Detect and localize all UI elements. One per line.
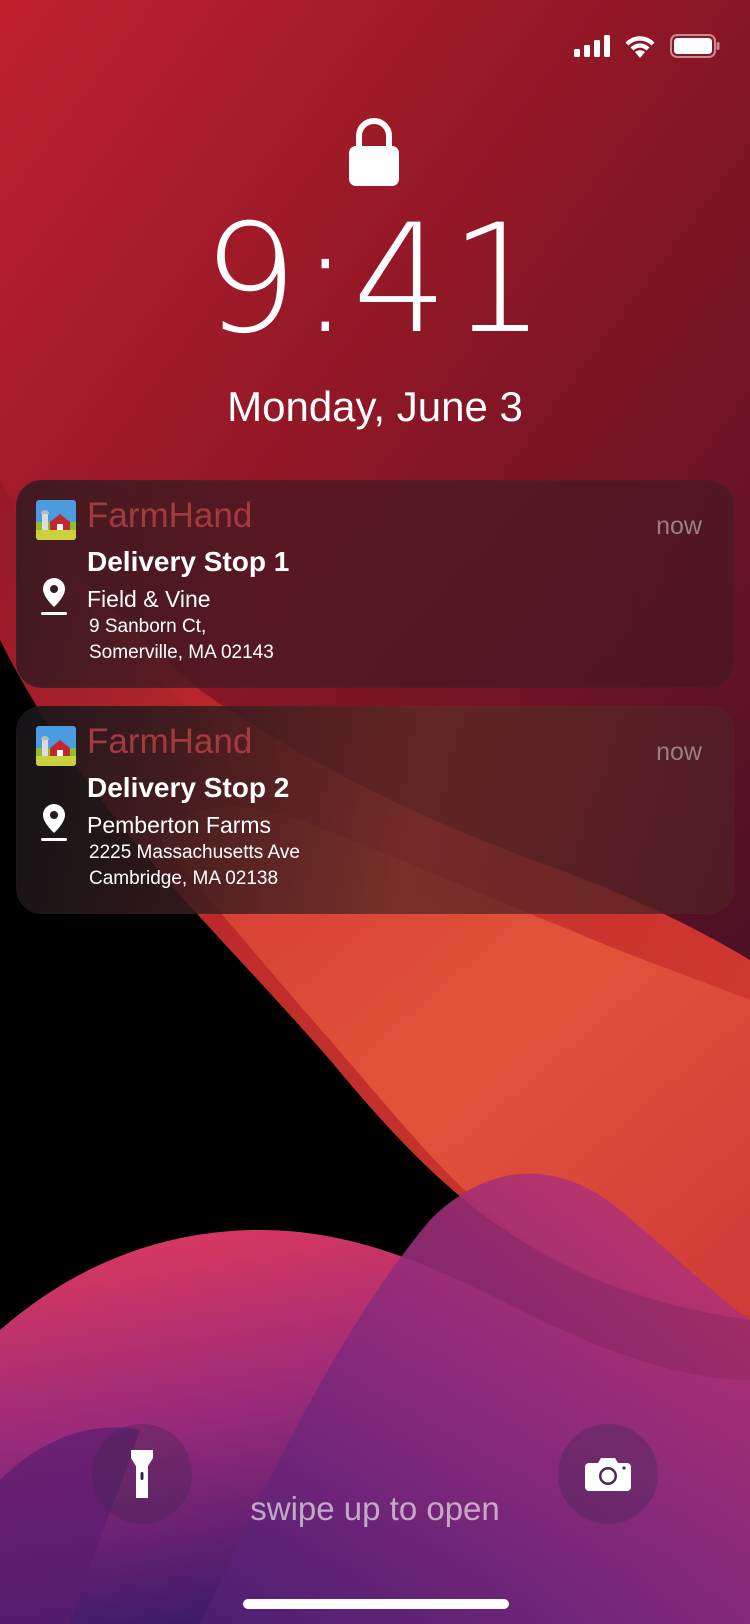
wifi-icon xyxy=(625,35,655,58)
camera-icon xyxy=(585,1458,631,1491)
stop-name: Field & Vine xyxy=(87,586,211,612)
swipe-up-hint: swipe up to open xyxy=(250,1490,500,1527)
notification-card[interactable]: FarmHand now Delivery Stop 2 Pemberton F… xyxy=(16,706,734,914)
farmhand-app-icon xyxy=(36,726,76,766)
notification-time: now xyxy=(656,512,702,540)
status-bar xyxy=(574,34,720,58)
signal-icon xyxy=(574,35,610,57)
address-line-2: Cambridge, MA 02138 xyxy=(89,868,279,889)
location-pin-icon xyxy=(41,578,67,615)
lock-icon xyxy=(349,118,399,186)
home-indicator[interactable] xyxy=(243,1599,509,1609)
notification-app-name: FarmHand xyxy=(87,496,253,535)
location-pin-icon xyxy=(41,804,67,841)
notification-title: Delivery Stop 1 xyxy=(87,546,290,577)
notification-app-name: FarmHand xyxy=(87,722,253,761)
address-line-1: 2225 Massachusetts Ave xyxy=(89,842,300,863)
address-line-2: Somerville, MA 02143 xyxy=(89,642,274,663)
address-line-1: 9 Sanborn Ct, xyxy=(89,616,207,637)
notification-card[interactable]: FarmHand now Delivery Stop 1 Field & Vin… xyxy=(16,480,734,688)
lock-screen-time: 9:41 xyxy=(202,193,548,367)
stop-name: Pemberton Farms xyxy=(87,812,272,838)
notification-time: now xyxy=(656,738,702,766)
lock-screen-date: Monday, June 3 xyxy=(227,383,523,430)
battery-icon xyxy=(670,34,720,58)
notification-title: Delivery Stop 2 xyxy=(87,772,290,803)
farmhand-app-icon xyxy=(36,500,76,540)
